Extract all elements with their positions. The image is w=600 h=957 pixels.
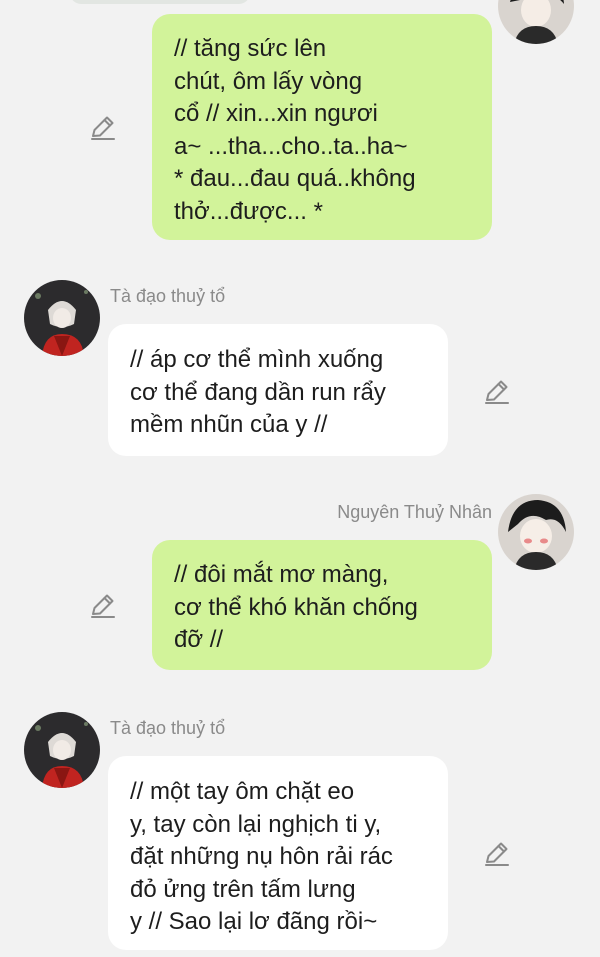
message-line: đặt những nụ hôn rải rác [130, 843, 393, 870]
sender-name: Nguyên Thuỷ Nhân [337, 502, 492, 522]
message-line: đỡ // [174, 626, 224, 653]
message-line: cơ thể đang dần run rẩy [130, 378, 386, 406]
message-line: cơ thể khó khăn chống [174, 593, 418, 621]
message-line: cổ // xin...xin ngươi [174, 100, 378, 127]
sender-name: Tà đạo thuỷ tổ [110, 718, 226, 738]
message-line: // một tay ôm chặt eo [130, 778, 355, 805]
pencil-edit-icon[interactable] [482, 376, 512, 406]
message-line: thở...được... * [174, 197, 323, 225]
user-avatar[interactable] [498, 0, 574, 44]
pencil-edit-icon[interactable] [88, 590, 118, 620]
contact-avatar[interactable] [24, 712, 100, 788]
message-line: // đôi mắt mơ màng, [174, 561, 389, 588]
contact-avatar[interactable] [24, 280, 100, 356]
previous-message-stub [70, 0, 250, 4]
message-bubble[interactable]: // tăng sức lên chút, ôm lấy vòng cổ // … [152, 14, 492, 240]
message-line: y // Sao lại lơ đãng rồi~ [130, 908, 378, 935]
message-line: a~ ...tha...cho..ta..ha~ [174, 132, 408, 160]
pencil-edit-icon[interactable] [482, 838, 512, 868]
message-line: // áp cơ thể mình xuống [130, 346, 384, 373]
message-bubble[interactable]: // áp cơ thể mình xuống cơ thể đang dần … [108, 324, 448, 456]
message-line: * đau...đau quá..không [174, 165, 416, 192]
pencil-edit-icon[interactable] [88, 112, 118, 142]
user-avatar[interactable] [498, 494, 574, 570]
message-bubble[interactable]: // một tay ôm chặt eo y, tay còn lại ngh… [108, 756, 448, 950]
message-bubble[interactable]: // đôi mắt mơ màng, cơ thể khó khăn chốn… [152, 540, 492, 670]
sender-name: Tà đạo thuỷ tổ [110, 286, 226, 306]
message-line: đỏ ửng trên tấm lưng [130, 875, 356, 903]
message-line: mềm nhũn của y // [130, 411, 328, 438]
message-line: // tăng sức lên [174, 35, 327, 62]
message-line: chút, ôm lấy vòng [174, 67, 363, 95]
message-line: y, tay còn lại nghịch ti y, [130, 810, 382, 838]
chat-thread: // tăng sức lên chút, ôm lấy vòng cổ // … [0, 0, 600, 957]
